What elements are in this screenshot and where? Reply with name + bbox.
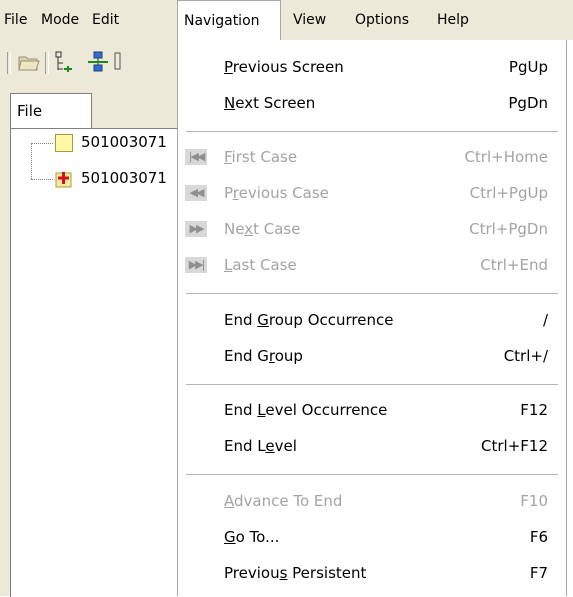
menu-options[interactable]: Options (355, 0, 409, 40)
toolbar-separator (7, 52, 11, 74)
menu-item-label: Previous Persistent (224, 564, 367, 582)
shortcut: F7 (529, 564, 548, 582)
menu-item-last-case[interactable]: ▶▶| Last Case Ctrl+End (178, 247, 566, 283)
menu-item-end-level-occurrence[interactable]: End Level Occurrence F12 (178, 392, 566, 428)
shortcut: F6 (529, 528, 548, 546)
shortcut: Ctrl+End (480, 256, 548, 274)
shortcut: F10 (520, 492, 548, 510)
open-folder-icon[interactable] (17, 50, 41, 74)
menu-item-label: Next Screen (224, 94, 316, 112)
menu-item-label: End Group (224, 347, 303, 365)
menu-navigation[interactable]: Navigation (177, 0, 281, 40)
menu-view[interactable]: View (293, 0, 326, 40)
menu-item-previous-screen[interactable]: Previous Screen PgUp (178, 49, 566, 85)
shortcut: Ctrl+/ (503, 347, 548, 365)
menu-item-end-level[interactable]: End Level Ctrl+F12 (178, 428, 566, 464)
left-pane: File 501003071 501003071 (0, 84, 178, 597)
shortcut: Ctrl+PgDn (469, 220, 548, 238)
menu-item-label: Next Case (224, 220, 301, 238)
menu-item-next-case[interactable]: ▶▶ Next Case Ctrl+PgDn (178, 211, 566, 247)
tree-connector (31, 179, 53, 180)
menu-edit[interactable]: Edit (92, 0, 119, 40)
tree-expand-icon[interactable] (86, 50, 110, 74)
tree-connector (31, 143, 32, 179)
menu-item-previous-persistent[interactable]: Previous Persistent F7 (178, 555, 566, 591)
shortcut: PgDn (508, 94, 548, 112)
previous-icon: ◀◀ (185, 185, 207, 201)
menu-item-next-screen[interactable]: Next Screen PgDn (178, 85, 566, 121)
menu-help[interactable]: Help (437, 0, 469, 40)
menu-item-go-to[interactable]: Go To... F6 (178, 519, 566, 555)
tree-node-label[interactable]: 501003071 (81, 169, 178, 187)
menu-item-label: Previous Screen (224, 58, 344, 76)
next-icon: ▶▶ (185, 221, 207, 237)
shortcut: Ctrl+Home (464, 148, 548, 166)
menu-item-label: End Level Occurrence (224, 401, 388, 419)
menu-item-label: First Case (224, 148, 298, 166)
menu-bar: File Mode Edit Navigation View Options H… (0, 0, 573, 40)
tree-node-label[interactable]: 501003071 (81, 133, 178, 151)
tree-view[interactable]: 501003071 501003071 (10, 128, 178, 597)
first-icon: |◀◀ (185, 149, 207, 165)
menu-item-label: Advance To End (224, 492, 343, 510)
shortcut: / (542, 311, 548, 329)
menu-item-label: Last Case (224, 256, 297, 274)
menu-item-label: Previous Case (224, 184, 329, 202)
toolbar-separator (45, 52, 49, 74)
menu-file[interactable]: File (4, 0, 27, 40)
yellow-square-icon (55, 134, 73, 152)
tree-collapse-icon[interactable] (53, 50, 77, 74)
menu-separator (186, 131, 558, 132)
menu-separator (186, 293, 558, 294)
menu-item-label: Go To... (224, 528, 280, 546)
shortcut: F12 (520, 401, 548, 419)
tree-connector (31, 143, 53, 144)
red-plus-icon (55, 170, 73, 188)
shortcut: PgUp (508, 58, 548, 76)
tab-file[interactable]: File (10, 93, 92, 129)
last-icon: ▶▶| (185, 257, 207, 273)
navigation-menu: Previous Screen PgUp Next Screen PgDn |◀… (177, 40, 567, 596)
menu-item-previous-case[interactable]: ◀◀ Previous Case Ctrl+PgUp (178, 175, 566, 211)
shortcut: Ctrl+PgUp (469, 184, 548, 202)
menu-item-advance-to-end[interactable]: Advance To End F10 (178, 483, 566, 519)
menu-mode[interactable]: Mode (41, 0, 79, 40)
menu-item-first-case[interactable]: |◀◀ First Case Ctrl+Home (178, 139, 566, 175)
menu-item-end-group[interactable]: End Group Ctrl+/ (178, 338, 566, 374)
menu-item-end-group-occurrence[interactable]: End Group Occurrence / (178, 302, 566, 338)
shortcut: Ctrl+F12 (481, 437, 548, 455)
menu-separator (186, 384, 558, 385)
menu-item-label: End Level (224, 437, 297, 455)
tree-icon[interactable] (112, 50, 136, 74)
menu-item-label: End Group Occurrence (224, 311, 394, 329)
menu-separator (186, 474, 558, 475)
toolbar (0, 40, 178, 84)
